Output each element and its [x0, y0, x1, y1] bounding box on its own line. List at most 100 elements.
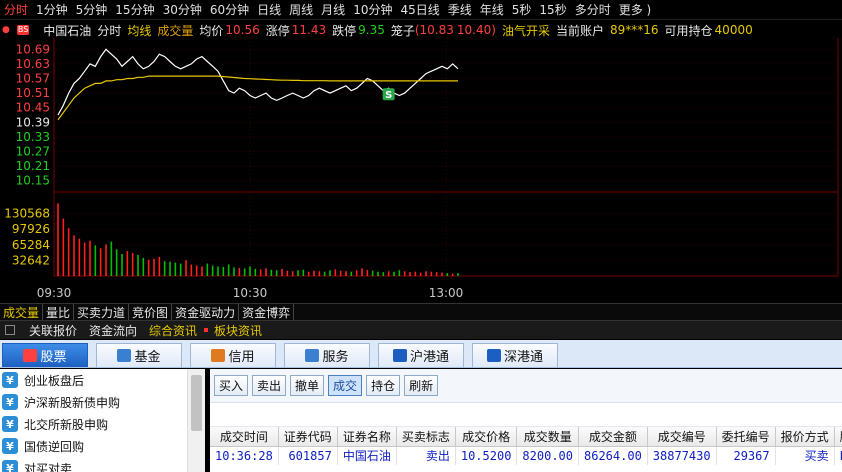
toggle-square-icon[interactable]: [5, 325, 15, 335]
period-tab[interactable]: 年线: [476, 1, 508, 18]
nav-item[interactable]: ¥ 对买对卖: [0, 457, 204, 472]
price-tick-label: 10.69: [16, 42, 50, 56]
nav-item[interactable]: ¥ 沪深新股新债申购: [0, 391, 204, 413]
trade-tab[interactable]: 服务: [284, 343, 370, 367]
period-tab[interactable]: 15秒: [535, 1, 570, 18]
cage-high: 10.40): [456, 23, 496, 37]
price-tick-label: 10.39: [16, 115, 50, 129]
period-tab[interactable]: 15分钟: [111, 1, 158, 18]
nav-item-label: 沪深新股新债申购: [24, 395, 121, 410]
volume-tick-label: 130568: [4, 207, 50, 221]
column-header[interactable]: 证券代码: [278, 427, 338, 447]
chart-indicator-tabs: 成交量 量比 买卖力道 竞价图 资金驱动力 资金博弈: [0, 303, 842, 321]
chart-tab[interactable]: 买卖力道: [74, 303, 130, 321]
period-tab[interactable]: 60分钟: [206, 1, 253, 18]
account-value: 89***16: [609, 23, 659, 37]
limit-down-label: 跌停: [332, 23, 357, 38]
chart-tab[interactable]: 资金博弈: [239, 303, 295, 321]
period-tab[interactable]: 多分时: [571, 1, 615, 18]
panel-spacer: [210, 403, 842, 427]
column-header[interactable]: 委托编号: [716, 427, 776, 447]
limit-up-value: 11.43: [291, 23, 327, 37]
info-tab[interactable]: 关联报价: [23, 322, 83, 339]
nav-item-label: 北交所新股申购: [24, 417, 109, 432]
column-header[interactable]: 成交时间: [210, 427, 279, 447]
trade-tab-label: 服务: [322, 350, 349, 365]
trade-tab[interactable]: 沪港通: [378, 343, 464, 367]
action-button[interactable]: 买入: [214, 375, 249, 396]
volume-tick-label: 97926: [12, 222, 50, 236]
period-tab[interactable]: 1分钟: [32, 1, 72, 18]
price-tick-label: 10.15: [16, 174, 50, 188]
info-tab[interactable]: 板块资讯: [208, 322, 268, 339]
deal-table-body: 10:36:28 601857 中国石油 卖出 10.5200 8200.00 86264.…: [210, 446, 842, 465]
bs-badge[interactable]: BS: [16, 25, 30, 35]
table-cell: 38877430: [647, 446, 717, 465]
column-header[interactable]: 成交数量: [516, 427, 579, 447]
trade-tab[interactable]: 股票: [2, 343, 88, 367]
chart-tab[interactable]: 量比: [43, 303, 75, 321]
column-header[interactable]: 成交编号: [647, 427, 717, 447]
bs-dot-icon: ●: [2, 25, 10, 35]
yen-icon: ¥: [2, 416, 18, 432]
trade-tab-label: 深港通: [503, 350, 543, 365]
yen-icon: ¥: [2, 438, 18, 454]
table-cell: 买卖: [775, 446, 835, 465]
period-tab[interactable]: 5分钟: [72, 1, 112, 18]
period-tab[interactable]: 45日线: [396, 1, 443, 18]
action-button[interactable]: 刷新: [404, 375, 439, 396]
period-tab[interactable]: 季线: [444, 1, 476, 18]
column-header[interactable]: 股东: [834, 427, 842, 447]
chart-tab[interactable]: 竞价图: [129, 303, 173, 321]
action-button[interactable]: 卖出: [252, 375, 287, 396]
trade-tab-label: 沪港通: [409, 350, 449, 365]
period-tab[interactable]: 月线: [317, 1, 349, 18]
nav-item[interactable]: ¥ 国债逆回购: [0, 435, 204, 457]
nav-scrollbar[interactable]: [187, 369, 205, 472]
trade-tab-icon: [211, 349, 226, 362]
chart-tab[interactable]: 资金驱动力: [172, 303, 240, 321]
nav-item[interactable]: ¥ 创业板盘后: [0, 369, 204, 391]
trade-tab[interactable]: 基金: [96, 343, 182, 367]
info-tab[interactable]: 综合资讯: [143, 322, 203, 339]
action-button[interactable]: 成交: [328, 375, 363, 396]
action-button[interactable]: 持仓: [366, 375, 401, 396]
chart-tab[interactable]: 成交量: [0, 303, 44, 321]
nav-item[interactable]: ¥ 北交所新股申购: [0, 413, 204, 435]
column-header[interactable]: 报价方式: [775, 427, 835, 447]
column-header[interactable]: 成交价格: [455, 427, 518, 447]
nav-item-label: 国债逆回购: [24, 439, 85, 454]
deal-table-header: 成交时间 证券代码 证券名称 买卖标志 成交价格 成交数量 成交金额 成交编号 委托编号 报价方式…: [210, 427, 842, 447]
column-header[interactable]: 证券名称: [337, 427, 397, 447]
time-tick-label: 09:30: [37, 286, 72, 300]
sell-marker-label: S: [385, 90, 392, 101]
trade-tab-label: 信用: [228, 350, 255, 365]
period-tab[interactable]: 日线: [253, 1, 285, 18]
column-header[interactable]: 买卖标志: [396, 427, 456, 447]
column-header[interactable]: 成交金额: [578, 427, 648, 447]
action-button[interactable]: 撤单: [290, 375, 325, 396]
period-tab[interactable]: 周线: [285, 1, 317, 18]
period-tab[interactable]: 10分钟: [349, 1, 396, 18]
price-tick-label: 10.51: [16, 86, 50, 100]
info-tab[interactable]: 资金流向: [83, 322, 143, 339]
sector-label[interactable]: 油气开采: [502, 22, 550, 39]
intraday-chart[interactable]: 10.6910.6310.5710.5110.4510.3910.3310.27…: [0, 38, 842, 303]
period-tab[interactable]: 5秒: [508, 1, 536, 18]
price-line: [57, 48, 459, 116]
table-row[interactable]: 10:36:28 601857 中国石油 卖出 10.5200 8200.00 86264.…: [210, 446, 842, 465]
nav-scrollbar-thumb[interactable]: [191, 375, 202, 431]
period-tab[interactable]: 分时: [0, 1, 32, 18]
trade-tab[interactable]: 深港通: [472, 343, 558, 367]
period-tab[interactable]: 30分钟: [159, 1, 206, 18]
trade-tab[interactable]: 信用: [190, 343, 276, 367]
deal-table: 成交时间 证券代码 证券名称 买卖标志 成交价格 成交数量 成交金额 成交编号 委托编号 报价方式…: [210, 427, 842, 465]
mode-label[interactable]: 分时: [97, 22, 121, 39]
action-button-row: 买入 卖出 撤单 成交 持仓 刷新: [210, 369, 842, 403]
yen-icon: ¥: [2, 372, 18, 388]
average-line: [57, 75, 458, 121]
table-cell: 29367: [716, 446, 776, 465]
period-tab[interactable]: 更多 ): [615, 1, 656, 18]
volume-tick-label: 32642: [12, 253, 50, 267]
price-tick-label: 10.63: [16, 57, 50, 71]
